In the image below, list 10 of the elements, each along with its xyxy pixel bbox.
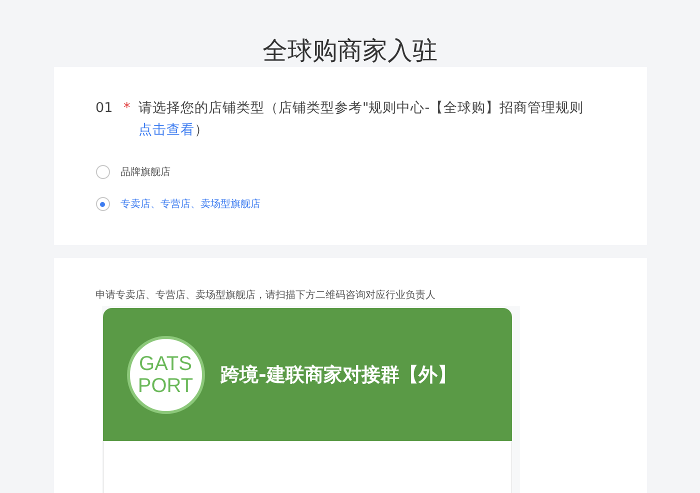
group-title: 跨境-建联商家对接群【外】 (220, 362, 456, 388)
radio-button[interactable] (96, 197, 110, 211)
radio-button[interactable] (96, 165, 110, 179)
option-label: 专卖店、专营店、卖场型旗舰店 (120, 198, 260, 211)
notice-text: 申请专卖店、专营店、卖场型旗舰店，请扫描下方二维码咨询对应行业负责人 (96, 288, 436, 302)
question-text: 01 * 请选择您的店铺类型（店铺类型参考"规则中心-【全球购】招商管理规则 点击查看） (96, 99, 585, 140)
option-label: 品牌旗舰店 (120, 166, 170, 179)
page-title: 全球购商家入驻 (262, 35, 438, 67)
group-logo: GATS PORT (126, 336, 204, 414)
view-link[interactable]: 点击查看 (138, 122, 194, 138)
